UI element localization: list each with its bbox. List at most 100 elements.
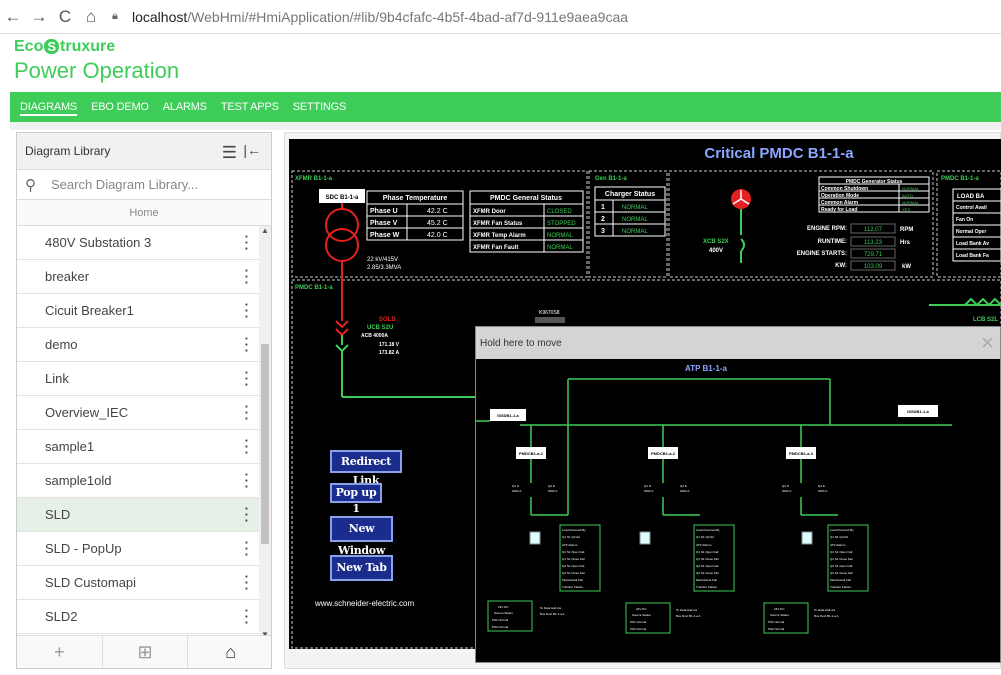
list-item[interactable]: sample1old · · ·	[17, 464, 261, 498]
home-button[interactable]: ⌂	[78, 7, 104, 27]
svg-text:KW:: KW:	[835, 263, 847, 269]
svg-text:Bus Duct B1-1-a-1: Bus Duct B1-1-a-1	[814, 614, 839, 618]
load-bank-title: LOAD BA	[957, 194, 985, 200]
lcb-tag: LCB S2L	[973, 317, 998, 323]
svg-text:Transfer Failure: Transfer Failure	[830, 585, 851, 589]
library-header: Diagram Library ☰ |←	[17, 133, 271, 170]
svg-text:Mechanical Fail: Mechanical Fail	[830, 578, 851, 582]
list-item[interactable]: SLD2 · · ·	[17, 600, 261, 634]
list-item-label: Cicuit Breaker1	[45, 303, 134, 318]
svg-text:Q2 S1 Close Fail: Q2 S1 Close Fail	[830, 571, 853, 575]
general-status-rows: XFMR Door CLOSED XFMR Fan Status STOPPED…	[469, 203, 584, 253]
new-window-button[interactable]: New Window	[330, 516, 393, 557]
svg-text:XFMR Temp Alarm: XFMR Temp Alarm	[473, 233, 526, 239]
forward-button[interactable]: →	[26, 7, 52, 27]
list-item-label: demo	[45, 337, 78, 352]
more-options-icon[interactable]: · · ·	[245, 298, 249, 323]
svg-text:2000 A: 2000 A	[680, 489, 689, 493]
svg-text:PS2 Normal: PS2 Normal	[492, 625, 509, 629]
new-tab-button[interactable]: New Tab	[330, 555, 393, 581]
menu-settings[interactable]: SETTINGS	[293, 101, 347, 113]
svg-text:Mechanical Fail: Mechanical Fail	[696, 578, 717, 582]
menu-shadow	[10, 122, 1001, 130]
more-options-icon[interactable]: · · ·	[245, 434, 249, 459]
more-options-icon[interactable]: · · ·	[245, 366, 249, 391]
search-input[interactable]: Search Diagram Library...	[51, 177, 198, 192]
svg-text:Q1 S1 Open Fail: Q1 S1 Open Fail	[830, 550, 853, 554]
menu-test-apps[interactable]: TEST APPS	[221, 101, 279, 113]
svg-text:Load Powered By: Load Powered By	[696, 528, 720, 532]
svg-text:Common Alarm: Common Alarm	[821, 200, 859, 206]
address-bar[interactable]: 🔒︎ localhost /WebHmi/#HmiApplication/#li…	[112, 5, 1001, 29]
back-button[interactable]: ←	[0, 7, 26, 27]
feeder-1: PMDCB1-a-1 Q1 N 2000 A Q2 E 2000 A Load …	[487, 425, 601, 632]
more-options-icon[interactable]: · · ·	[245, 400, 249, 425]
ucb-breaker-top	[335, 320, 349, 329]
list-item-label: SLD Customapi	[45, 575, 137, 590]
svg-text:Q1 N: Q1 N	[644, 484, 651, 488]
library-home-breadcrumb[interactable]: Home	[17, 200, 271, 226]
home-folder-button[interactable]: ⌂	[188, 636, 271, 668]
add-folder-button[interactable]: ⊞	[103, 636, 189, 668]
menu-diagrams[interactable]: DIAGRAMS	[20, 101, 77, 113]
svg-text:ENGINE STARTS:: ENGINE STARTS:	[797, 251, 847, 257]
svg-text:Source Status: Source Status	[632, 613, 651, 617]
list-item[interactable]: Cicuit Breaker1 · · ·	[17, 294, 261, 328]
menu-alarms[interactable]: ALARMS	[163, 101, 207, 113]
svg-text:PS2 Normal: PS2 Normal	[768, 627, 785, 631]
atp-title: ATP B1-1-a	[685, 364, 727, 373]
svg-text:Q2 E: Q2 E	[548, 484, 555, 488]
svg-text:Transfer Failure: Transfer Failure	[562, 585, 583, 589]
list-item-label: 480V Substation 3	[45, 235, 152, 250]
svg-text:NORMAL: NORMAL	[902, 200, 920, 205]
more-options-icon[interactable]: · · ·	[245, 536, 249, 561]
close-icon[interactable]: ×	[981, 330, 994, 356]
redirect-link-button[interactable]: Redirect Link	[330, 450, 402, 487]
more-options-icon[interactable]: · · ·	[245, 332, 249, 357]
list-item[interactable]: Overview_IEC · · ·	[17, 396, 261, 430]
load-bank-rows: Control Avail Fan On Normal Oper Load Ba…	[952, 200, 1001, 262]
scrollbar-thumb[interactable]	[261, 344, 269, 544]
popup-1-button[interactable]: Pop up 1	[330, 483, 382, 515]
svg-text:Q2 E: Q2 E	[818, 484, 825, 488]
svg-text:Q1 S1 Close Fail: Q1 S1 Close Fail	[696, 557, 719, 561]
list-item[interactable]: demo · · ·	[17, 328, 261, 362]
svg-text:Fan On: Fan On	[956, 217, 973, 223]
svg-text:Normal Oper: Normal Oper	[956, 229, 986, 235]
add-diagram-button[interactable]: +	[17, 636, 103, 668]
scroll-up-icon[interactable]: ▲	[261, 226, 269, 235]
svg-text:Q2 S1 Close Fail: Q2 S1 Close Fail	[696, 571, 719, 575]
reload-button[interactable]: C	[52, 7, 78, 27]
library-search[interactable]: ⚲ Search Diagram Library...	[17, 170, 271, 200]
list-item[interactable]: SLD - PopUp · · ·	[17, 532, 261, 566]
svg-text:Q1 N1 Q2 E2: Q1 N1 Q2 E2	[830, 535, 848, 539]
library-scrollbar[interactable]: ▲ ▼	[259, 226, 271, 639]
more-options-icon[interactable]: · · ·	[245, 570, 249, 595]
collapse-panel-icon[interactable]: |←	[243, 142, 261, 158]
svg-text:NORMAL: NORMAL	[902, 186, 920, 191]
menu-icon[interactable]: ☰	[222, 143, 237, 163]
more-options-icon[interactable]: · · ·	[245, 502, 249, 527]
list-item[interactable]: Link · · ·	[17, 362, 261, 396]
more-options-icon[interactable]: · · ·	[245, 264, 249, 289]
more-options-icon[interactable]: · · ·	[245, 468, 249, 493]
svg-text:YES: YES	[902, 207, 910, 212]
list-item[interactable]: breaker · · ·	[17, 260, 261, 294]
svg-text:2000 A: 2000 A	[644, 489, 653, 493]
more-options-icon[interactable]: · · ·	[245, 230, 249, 255]
list-item-selected[interactable]: SLD · · ·	[17, 498, 261, 532]
list-item-label: SLD	[45, 507, 71, 522]
list-item[interactable]: 480V Substation 3 · · ·	[17, 226, 261, 260]
list-item[interactable]: SLD Customapi · · ·	[17, 566, 261, 600]
more-options-icon[interactable]: · · ·	[245, 604, 249, 629]
list-item[interactable]: sample1 · · ·	[17, 430, 261, 464]
website-link[interactable]: www.schneider-electric.com	[314, 599, 414, 608]
svg-text:PS1 Normal: PS1 Normal	[768, 620, 785, 624]
menu-ebo-demo[interactable]: EBO DEMO	[91, 101, 149, 113]
popup-drag-handle[interactable]: Hold here to move	[476, 327, 1000, 359]
svg-text:Q1 N1 Q2 E2: Q1 N1 Q2 E2	[562, 535, 580, 539]
svg-text:Ready for Load: Ready for Load	[821, 207, 857, 213]
url-path: /WebHmi/#HmiApplication/#lib/9b4cfafc-4b…	[187, 8, 629, 25]
svg-text:3: 3	[601, 228, 605, 235]
gen-label: Gen B1-1-a	[595, 176, 627, 182]
